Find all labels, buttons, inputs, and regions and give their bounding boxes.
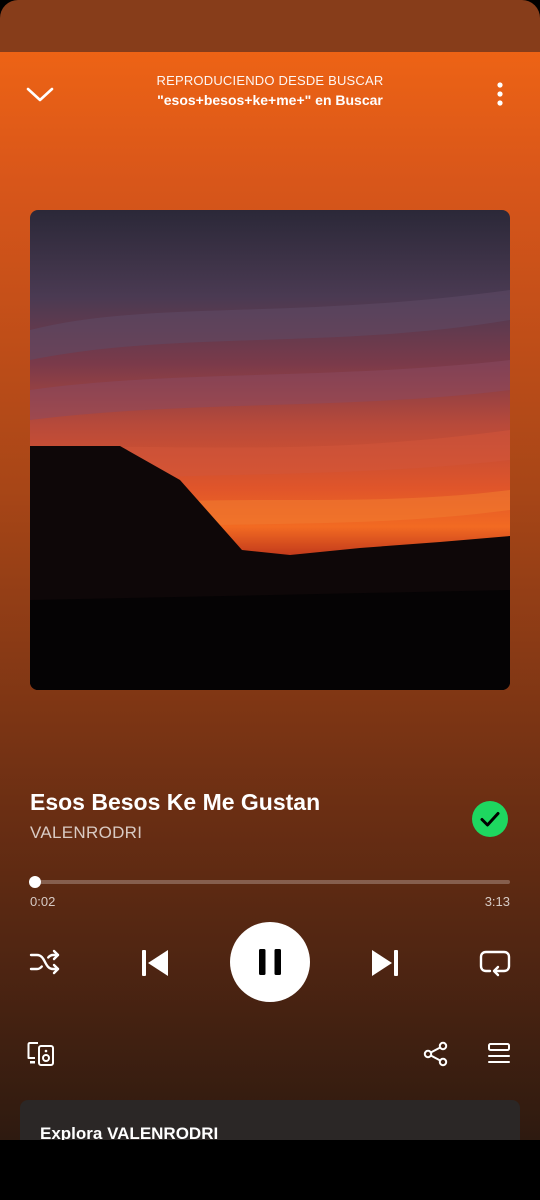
elapsed-time: 0:02 (30, 894, 56, 909)
previous-button[interactable] (136, 945, 174, 981)
previous-icon (142, 950, 168, 976)
album-art-image (30, 210, 510, 690)
now-playing-header: REPRODUCIENDO DESDE BUSCAR "esos+besos+k… (0, 52, 540, 132)
pause-icon (259, 949, 281, 975)
next-button[interactable] (366, 945, 404, 981)
now-playing-screen: REPRODUCIENDO DESDE BUSCAR "esos+besos+k… (0, 52, 540, 1160)
progress-handle[interactable] (28, 876, 41, 888)
check-circle-icon (472, 801, 508, 837)
album-art (30, 210, 510, 690)
more-vertical-icon (497, 82, 503, 106)
collapse-button[interactable] (24, 80, 56, 108)
more-options-button[interactable] (486, 78, 514, 110)
queue-button[interactable] (485, 1040, 513, 1068)
liked-button[interactable] (471, 800, 509, 838)
progress-track (30, 880, 510, 884)
repeat-icon (479, 950, 511, 977)
queue-icon (488, 1043, 510, 1063)
connect-devices-button[interactable] (26, 1040, 58, 1068)
previous-screen-edge (0, 0, 540, 52)
next-icon (372, 950, 398, 976)
context-source[interactable]: "esos+besos+ke+me+" en Buscar (90, 92, 450, 108)
context-label: REPRODUCIENDO DESDE BUSCAR (156, 73, 384, 88)
track-title[interactable]: Esos Besos Ke Me Gustan (30, 789, 320, 816)
playing-context: REPRODUCIENDO DESDE BUSCAR "esos+besos+k… (90, 73, 450, 108)
pause-button[interactable] (230, 922, 310, 1002)
total-duration: 3:13 (484, 894, 510, 909)
system-navigation-bar (0, 1140, 540, 1200)
shuffle-icon (29, 949, 60, 975)
progress-bar[interactable] (28, 876, 510, 888)
chevron-down-icon (26, 87, 54, 102)
share-button[interactable] (422, 1040, 450, 1068)
track-artist[interactable]: VALENRODRI (30, 823, 142, 843)
shuffle-button[interactable] (28, 947, 62, 977)
repeat-button[interactable] (478, 947, 512, 977)
devices-icon (27, 1042, 54, 1066)
share-icon (423, 1041, 448, 1067)
